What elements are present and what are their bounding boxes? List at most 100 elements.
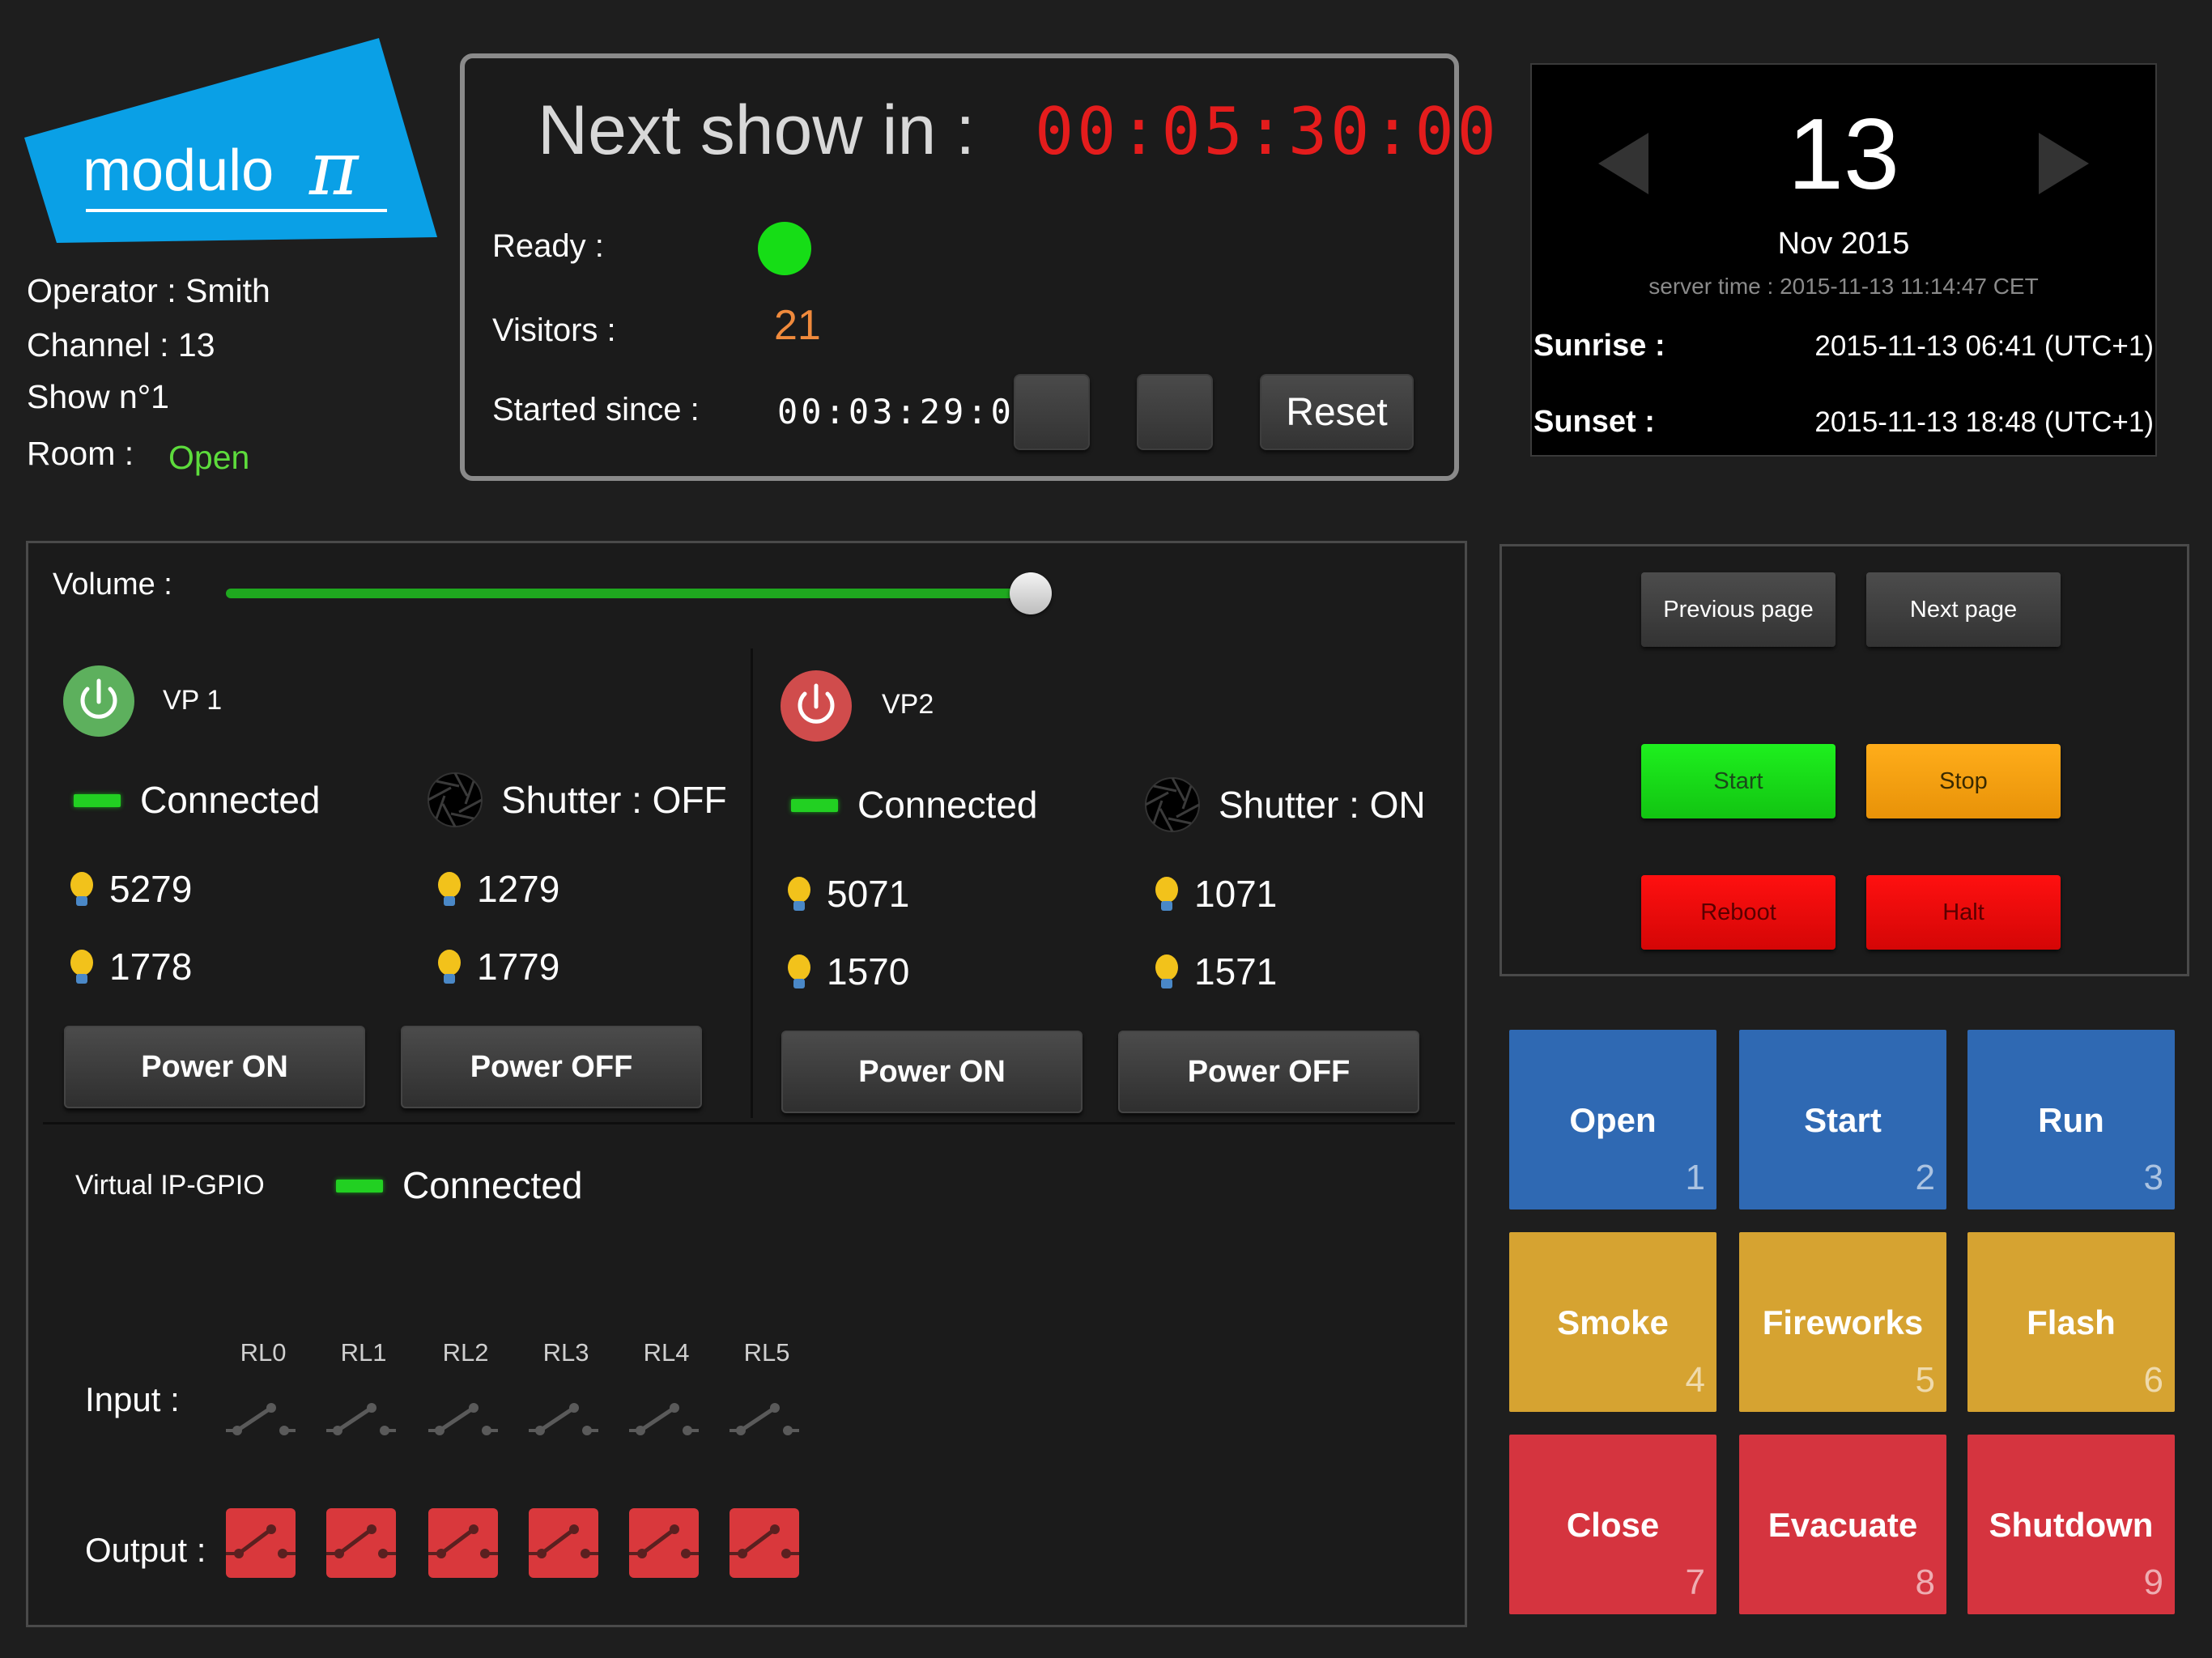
relay-label-rl5: RL5 (743, 1338, 790, 1367)
vp1-shutter-icon (428, 772, 483, 827)
server-time: server time : 2015-11-13 11:14:47 CET (1648, 274, 2039, 299)
started-since-label: Started since : (492, 392, 700, 427)
vp2-lamp-1: 5071 (827, 873, 910, 915)
blank-button-1[interactable] (1014, 374, 1090, 450)
cue-number: 7 (1685, 1562, 1705, 1602)
vp1-power-on-button[interactable]: Power ON (64, 1026, 365, 1108)
stop-button[interactable]: Stop (1866, 744, 2061, 818)
cue-label: Close (1566, 1506, 1660, 1544)
reset-button[interactable]: Reset (1260, 374, 1414, 450)
gpio-name: Virtual IP-GPIO (75, 1170, 265, 1201)
cue-flash-button[interactable]: Flash 6 (1967, 1232, 2175, 1412)
vp2-status: Connected (857, 784, 1038, 826)
relay-switch-icon (326, 1524, 396, 1558)
vp1-shutter-status: Shutter : OFF (501, 779, 727, 821)
relay-label-rl3: RL3 (542, 1338, 589, 1367)
next-show-panel: Next show in : 00:05:30:00 Ready : Visit… (460, 53, 1496, 481)
cue-smoke-button[interactable]: Smoke 4 (1509, 1232, 1716, 1412)
sunrise-value: 2015-11-13 06:41 (UTC+1) (1814, 330, 2154, 362)
input-switch-rl5-icon (730, 1403, 799, 1435)
vp2-name: VP2 (882, 689, 934, 720)
calendar-month-year: Nov 2015 (1777, 227, 1910, 261)
relay-label-rl4: RL4 (643, 1338, 690, 1367)
cue-label: Flash (2027, 1303, 2116, 1341)
cue-fireworks-button[interactable]: Fireworks 5 (1739, 1232, 1946, 1412)
vp2-shutter-icon (1145, 777, 1200, 832)
lamp-icon (70, 950, 93, 984)
section-divider (43, 1122, 1455, 1124)
started-since-timer: 00:03:29:09 (777, 392, 1039, 432)
input-switch-rl3-icon (529, 1403, 598, 1435)
lamp-icon (1155, 954, 1178, 988)
cue-label: Open (1569, 1101, 1657, 1139)
cue-label: Start (1804, 1101, 1882, 1139)
room-label: Room : (27, 435, 134, 472)
cue-run-button[interactable]: Run 3 (1967, 1030, 2175, 1209)
start-button[interactable]: Start (1641, 744, 1836, 818)
cue-number: 5 (1915, 1360, 1935, 1400)
output-label: Output : (85, 1531, 206, 1569)
reboot-button[interactable]: Reboot (1641, 875, 1836, 950)
output-relay-rl0[interactable] (226, 1508, 296, 1578)
vp1-lamp-3: 1778 (109, 946, 193, 988)
gpio-connected-indicator (336, 1180, 383, 1192)
relay-switch-icon (529, 1524, 598, 1558)
vp1-power-off-button[interactable]: Power OFF (401, 1026, 702, 1108)
relay-switch-icon (428, 1524, 498, 1558)
vp1-connected-indicator (74, 794, 121, 807)
blank-button-2[interactable] (1137, 374, 1213, 450)
input-switch-rl2-icon (428, 1403, 498, 1435)
vp2-power-on-button[interactable]: Power ON (781, 1031, 1083, 1113)
calendar-panel: 13 Nov 2015 server time : 2015-11-13 11:… (1530, 63, 2157, 457)
output-relay-rl5[interactable] (730, 1508, 799, 1578)
visitors-label: Visitors : (492, 312, 616, 348)
cue-label: Evacuate (1767, 1506, 1918, 1544)
cue-close-button[interactable]: Close 7 (1509, 1435, 1716, 1614)
vp1-power-icon[interactable] (62, 665, 135, 738)
cue-number: 8 (1915, 1562, 1935, 1602)
volume-slider-handle[interactable] (1010, 572, 1052, 614)
halt-button[interactable]: Halt (1866, 875, 2061, 950)
vp2-power-icon[interactable] (780, 670, 853, 742)
sunset-value: 2015-11-13 18:48 (UTC+1) (1814, 406, 2154, 438)
operator-label: Operator : Smith (27, 272, 270, 309)
lamp-icon (788, 954, 810, 988)
sunrise-label: Sunrise : (1534, 329, 1665, 363)
devices-panel: Volume : VP 1 Connected Shutter : OFF 52… (26, 541, 1467, 1627)
countdown-display: 00:05:30:00 (1035, 94, 1499, 169)
sunset-label: Sunset : (1534, 405, 1655, 439)
lamp-icon (70, 872, 93, 906)
relay-switch-icon (226, 1524, 296, 1558)
vp2-shutter-status: Shutter : ON (1219, 784, 1426, 826)
cue-label: Fireworks (1762, 1303, 1924, 1341)
cue-evacuate-button[interactable]: Evacuate 8 (1739, 1435, 1946, 1614)
output-relay-rl4[interactable] (629, 1508, 699, 1578)
previous-page-button[interactable]: Previous page (1641, 572, 1836, 647)
next-page-button[interactable]: Next page (1866, 572, 2061, 647)
visitors-count: 21 (774, 302, 821, 349)
calendar-day: 13 (1788, 99, 1899, 210)
cue-open-button[interactable]: Open 1 (1509, 1030, 1716, 1209)
channel-label: Channel : 13 (27, 326, 215, 363)
cue-label: Run (2038, 1101, 2104, 1139)
volume-label: Volume : (53, 568, 172, 602)
relay-label-rl2: RL2 (442, 1338, 489, 1367)
cue-start-button[interactable]: Start 2 (1739, 1030, 1946, 1209)
cue-shutdown-button[interactable]: Shutdown 9 (1967, 1435, 2175, 1614)
vp2-lamp-4: 1571 (1194, 950, 1278, 993)
relay-label-rl1: RL1 (340, 1338, 387, 1367)
output-relay-rl1[interactable] (326, 1508, 396, 1578)
output-relay-rl3[interactable] (529, 1508, 598, 1578)
modulo-pi-logo: modulo π (24, 38, 437, 243)
room-status: Open (168, 439, 250, 476)
ready-indicator (758, 222, 811, 275)
vp1-lamp-1: 5279 (109, 868, 193, 910)
output-relay-rl2[interactable] (428, 1508, 498, 1578)
volume-slider-track[interactable] (226, 589, 1050, 598)
projector-divider (751, 648, 753, 1118)
vp1-name: VP 1 (163, 685, 223, 716)
input-switch-rl1-icon (326, 1403, 396, 1435)
logo-pi-symbol: π (308, 125, 359, 212)
vp2-power-off-button[interactable]: Power OFF (1118, 1031, 1419, 1113)
vp2-lamp-2: 1071 (1194, 873, 1278, 915)
